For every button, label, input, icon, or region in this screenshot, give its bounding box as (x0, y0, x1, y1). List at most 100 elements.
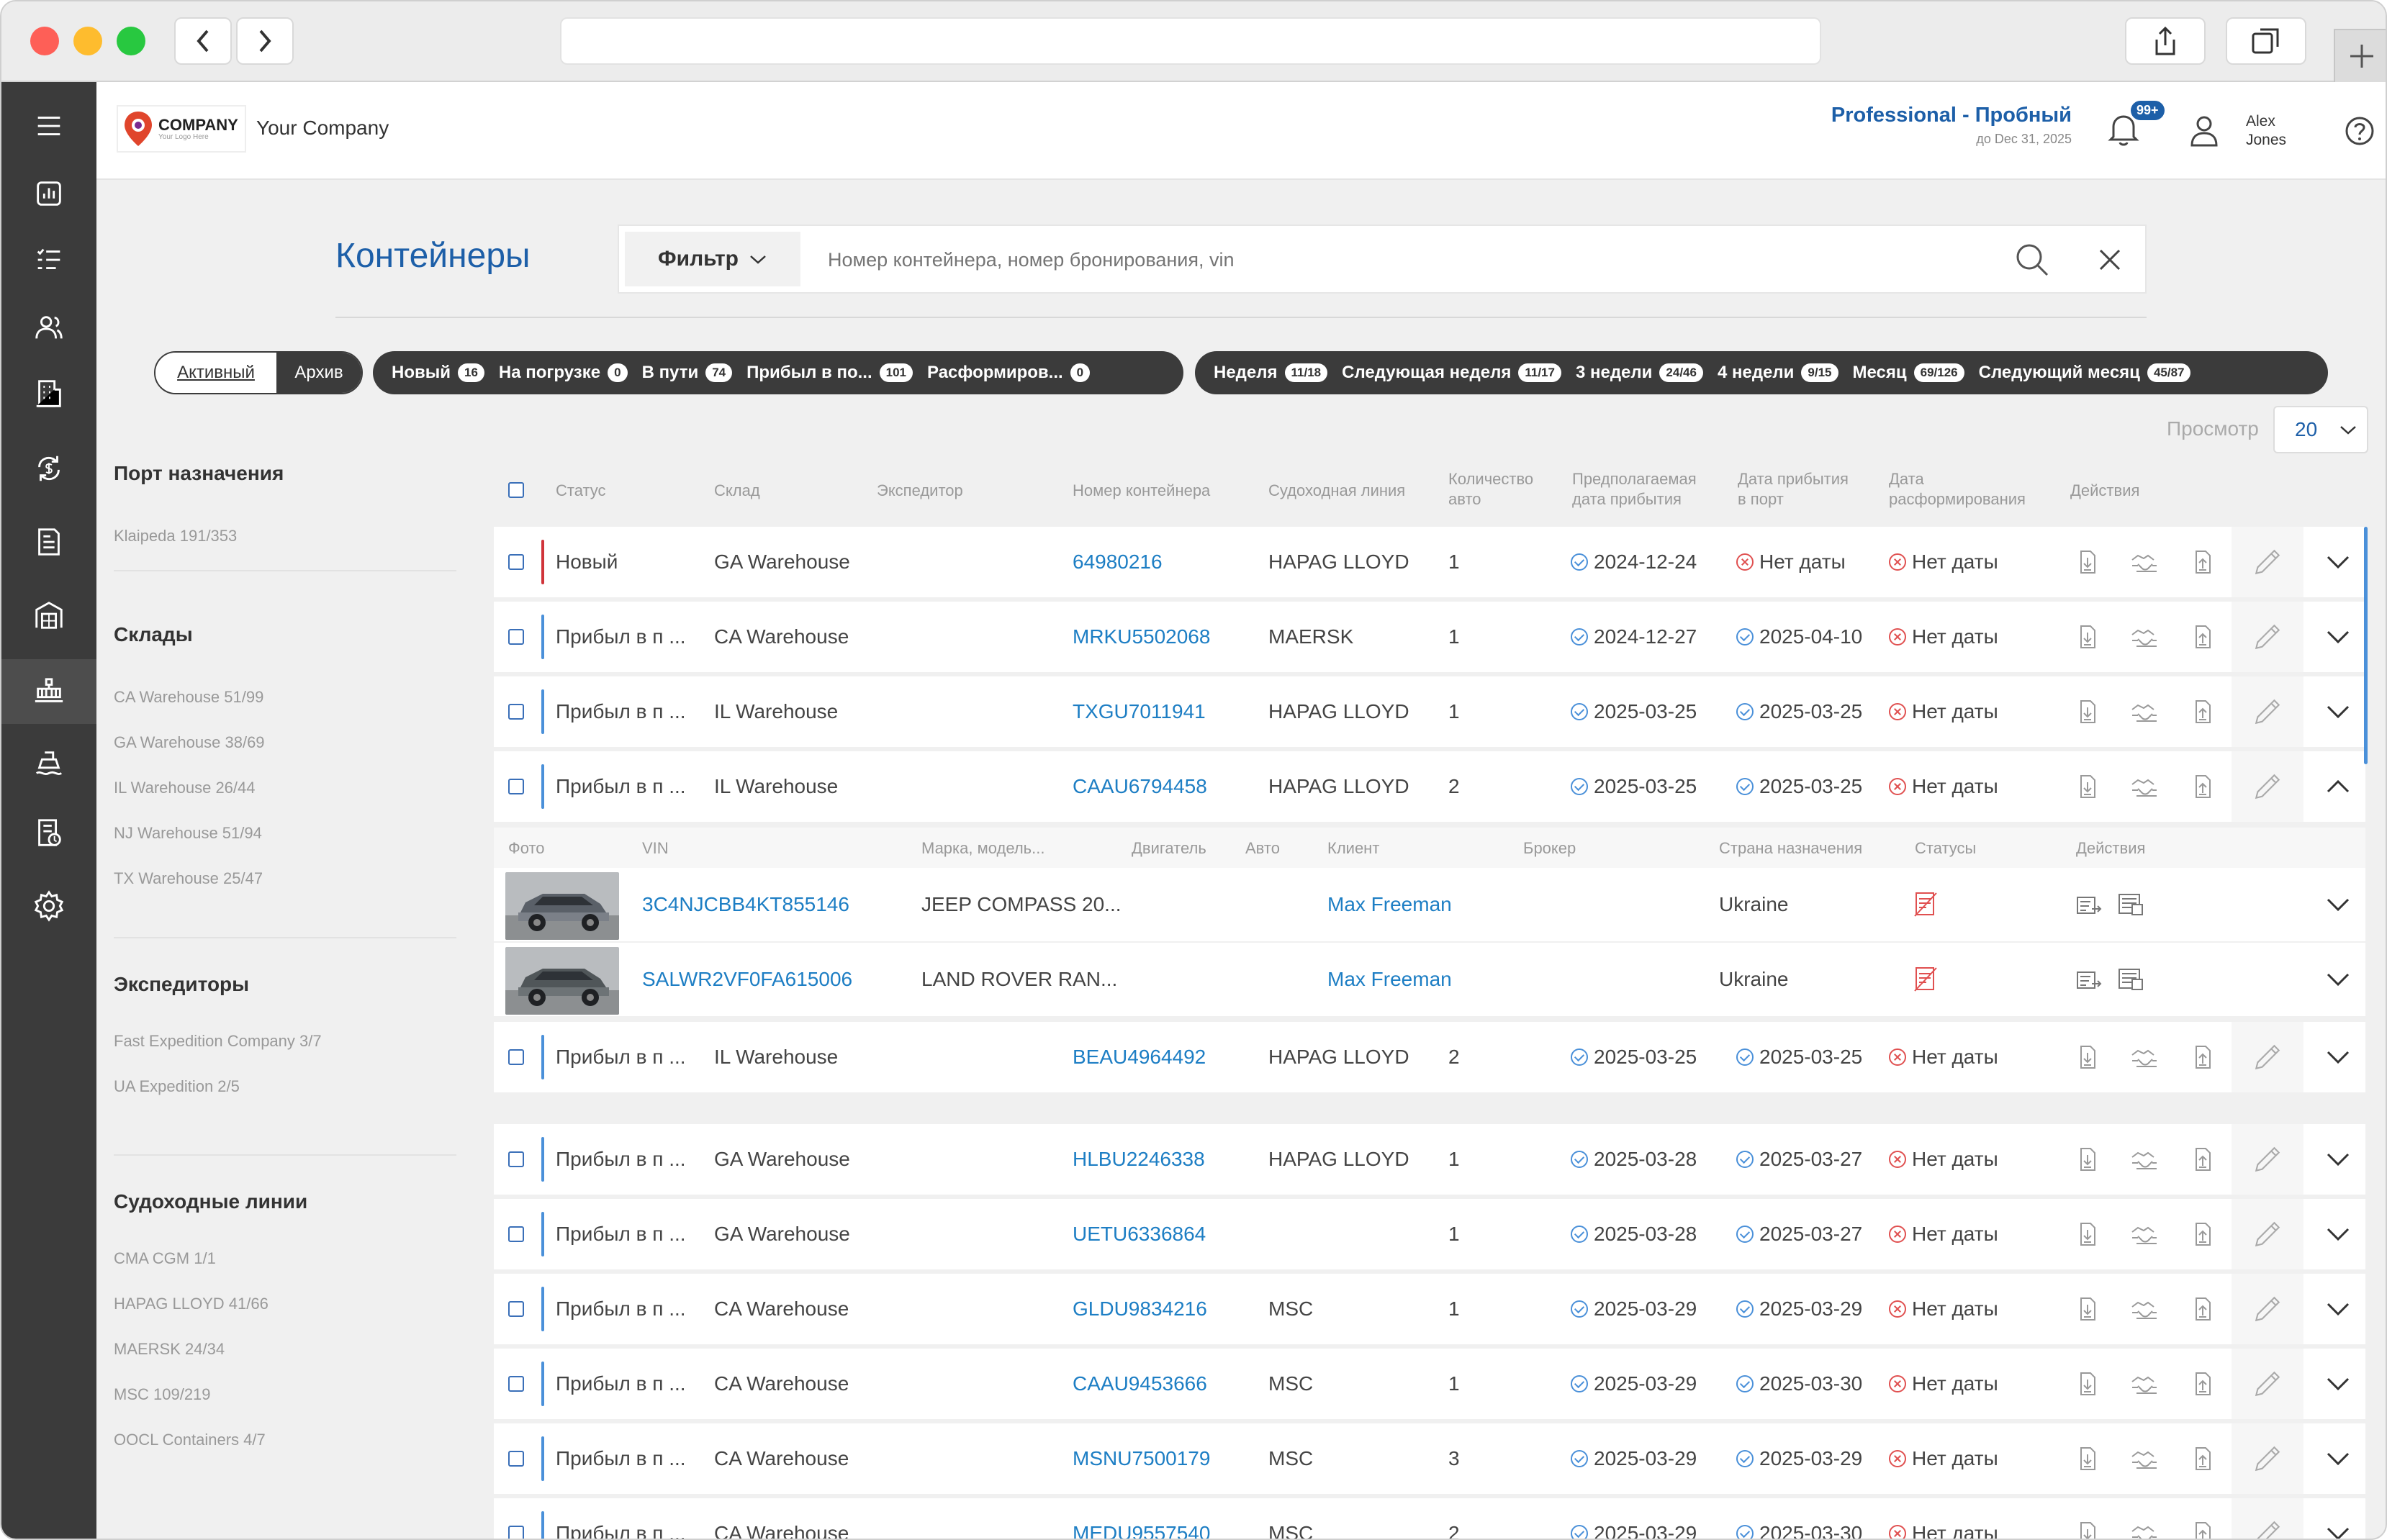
filter-item-line[interactable]: HAPAG LLOYD 41/66 (114, 1295, 269, 1313)
col-line[interactable]: Судоходная линия (1268, 481, 1405, 501)
sidebar-item-menu[interactable] (1, 94, 96, 158)
upload-doc-button[interactable] (2190, 1349, 2216, 1419)
container-number-link[interactable]: UETU6336864 (1073, 1199, 1206, 1269)
table-row[interactable]: Прибыл в п ... CA Warehouse MEDU9557540 MSC… (494, 1498, 2365, 1539)
upload-doc-button[interactable] (2190, 527, 2216, 597)
expand-row-button[interactable] (2325, 1124, 2351, 1195)
expand-row-button[interactable] (2325, 602, 2351, 672)
doc-transfer-button[interactable] (2075, 943, 2103, 1016)
help-button[interactable] (2344, 115, 2375, 150)
status-pill[interactable]: На погрузке 0 (499, 363, 628, 383)
row-checkbox[interactable] (508, 779, 524, 794)
plan-info[interactable]: Professional - Пробный до Dec 31, 2025 (1831, 104, 2072, 147)
download-doc-button[interactable] (2075, 1124, 2101, 1195)
upload-doc-button[interactable] (2190, 1498, 2216, 1539)
share-button[interactable] (2125, 17, 2206, 65)
col-eta[interactable]: Предполагаемая дата прибытия (1572, 469, 1697, 509)
table-row[interactable]: Прибыл в п ... CA Warehouse MSNU7500179 MSC… (494, 1423, 2365, 1494)
close-window-button[interactable] (30, 27, 59, 55)
period-pill[interactable]: 3 недели 24/46 (1576, 363, 1703, 383)
expand-row-button[interactable] (2325, 1274, 2351, 1344)
expand-vehicle-button[interactable] (2325, 943, 2351, 1016)
filter-item-port[interactable]: Klaipeda 191/353 (114, 527, 237, 545)
container-number-link[interactable]: HLBU2246338 (1073, 1124, 1205, 1195)
client-link[interactable]: Max Freeman (1327, 943, 1452, 1016)
row-checkbox[interactable] (508, 1376, 524, 1392)
scrollbar[interactable] (2364, 527, 2368, 764)
table-row[interactable]: Прибыл в п ... CA Warehouse MRKU5502068 MAE… (494, 602, 2365, 672)
edit-button[interactable] (2232, 602, 2303, 672)
filter-item-forwarder[interactable]: Fast Expedition Company 3/7 (114, 1032, 322, 1051)
download-doc-button[interactable] (2075, 751, 2101, 822)
edit-button[interactable] (2232, 1274, 2303, 1344)
vehicle-status-button[interactable] (1912, 868, 1939, 941)
vehicle-row[interactable]: SALWR2VF0FA615006 LAND ROVER RAN... Max Fr… (494, 943, 2365, 1016)
archive-tab[interactable]: Архив (276, 353, 361, 393)
container-number-link[interactable]: MEDU9557540 (1073, 1498, 1210, 1539)
sidebar-item-invoice[interactable] (1, 509, 96, 574)
minimize-window-button[interactable] (73, 27, 102, 55)
sidebar-item-settings[interactable] (1, 874, 96, 938)
edit-button[interactable] (2232, 751, 2303, 822)
row-checkbox[interactable] (508, 554, 524, 570)
user-name[interactable]: Alex Jones (2246, 112, 2286, 150)
filter-item-warehouse[interactable]: CA Warehouse 51/99 (114, 688, 263, 707)
sidebar-item-dashboard[interactable] (1, 161, 96, 226)
upload-doc-button[interactable] (2190, 1199, 2216, 1269)
active-tab[interactable]: Активный (155, 353, 276, 393)
sidebar-item-users[interactable] (1, 295, 96, 360)
sidebar-item-warehouse[interactable] (1, 583, 96, 648)
edit-button[interactable] (2232, 676, 2303, 747)
handshake-button[interactable] (2129, 1349, 2160, 1419)
download-doc-button[interactable] (2075, 1274, 2101, 1344)
container-number-link[interactable]: CAAU6794458 (1073, 751, 1207, 822)
download-doc-button[interactable] (2075, 1423, 2101, 1494)
row-checkbox[interactable] (508, 1226, 524, 1242)
expand-row-button[interactable] (2325, 527, 2351, 597)
filter-item-forwarder[interactable]: UA Expedition 2/5 (114, 1077, 240, 1096)
edit-button[interactable] (2232, 1199, 2303, 1269)
client-link[interactable]: Max Freeman (1327, 868, 1452, 941)
row-checkbox[interactable] (508, 629, 524, 645)
container-number-link[interactable]: CAAU9453666 (1073, 1349, 1207, 1419)
user-button[interactable] (2188, 114, 2220, 152)
filter-item-warehouse[interactable]: NJ Warehouse 51/94 (114, 824, 262, 843)
download-doc-button[interactable] (2075, 527, 2101, 597)
sidebar-item-refresh-dollar[interactable] (1, 436, 96, 501)
container-number-link[interactable]: MRKU5502068 (1073, 602, 1210, 672)
handshake-button[interactable] (2129, 1274, 2160, 1344)
new-tab-button[interactable] (2334, 29, 2386, 82)
edit-button[interactable] (2232, 1124, 2303, 1195)
expand-row-button[interactable] (2325, 1199, 2351, 1269)
expand-row-button[interactable] (2325, 1423, 2351, 1494)
expand-row-button[interactable] (2325, 751, 2351, 822)
doc-transfer-button[interactable] (2075, 868, 2103, 941)
edit-button[interactable] (2232, 1349, 2303, 1419)
download-doc-button[interactable] (2075, 1498, 2101, 1539)
sidebar-item-report[interactable] (1, 800, 96, 865)
address-bar[interactable] (560, 17, 1821, 65)
col-status[interactable]: Статус (556, 481, 606, 501)
sidebar-item-ship[interactable] (1, 731, 96, 796)
handshake-button[interactable] (2129, 1199, 2160, 1269)
period-pill[interactable]: Неделя 11/18 (1214, 363, 1328, 383)
company-logo[interactable]: COMPANY Your Logo Here (117, 105, 246, 153)
table-row[interactable]: Прибыл в п ... GA Warehouse UETU6336864 1 20… (494, 1199, 2365, 1269)
filter-item-warehouse[interactable]: TX Warehouse 25/47 (114, 869, 263, 888)
sidebar-item-checklist[interactable] (1, 227, 96, 292)
table-row[interactable]: Прибыл в п ... CA Warehouse GLDU9834216 MSC… (494, 1274, 2365, 1344)
doc-list-button[interactable] (2116, 943, 2145, 1016)
vehicle-photo[interactable] (505, 947, 619, 1015)
col-warehouse[interactable]: Склад (714, 481, 760, 501)
download-doc-button[interactable] (2075, 1199, 2101, 1269)
handshake-button[interactable] (2129, 1124, 2160, 1195)
row-checkbox[interactable] (508, 1451, 524, 1467)
filter-button[interactable]: Фильтр (625, 232, 800, 286)
select-all-checkbox[interactable] (508, 482, 524, 498)
container-number-link[interactable]: GLDU9834216 (1073, 1274, 1207, 1344)
upload-doc-button[interactable] (2190, 1022, 2216, 1092)
forward-button[interactable] (236, 17, 294, 65)
period-pill[interactable]: Месяц 69/126 (1853, 363, 1964, 383)
status-pill[interactable]: Прибыл в по... 101 (746, 363, 913, 383)
search-input[interactable] (828, 242, 1908, 278)
